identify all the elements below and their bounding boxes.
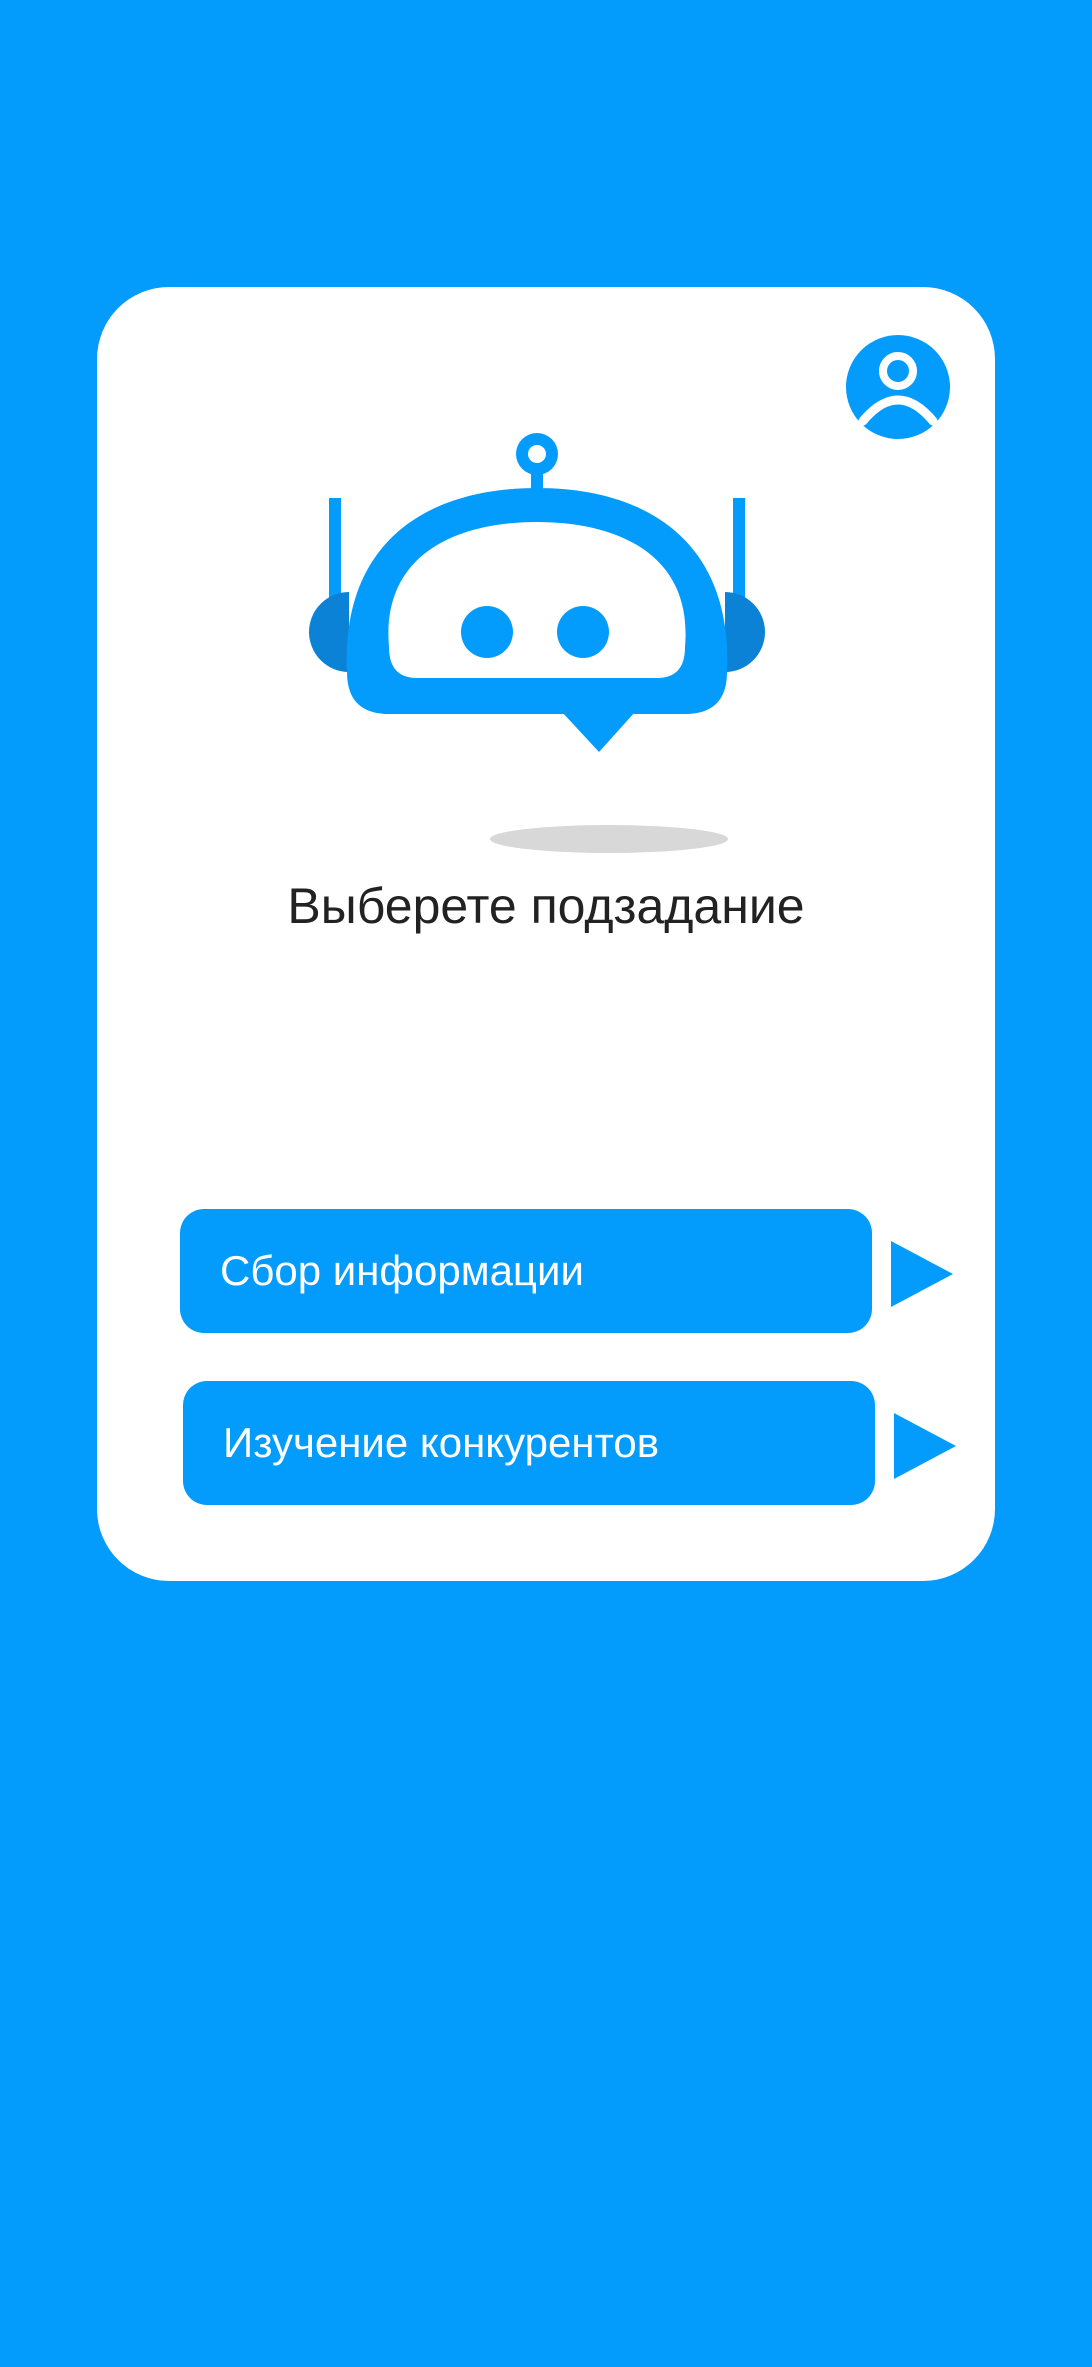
option-button-competitor-research[interactable]: Изучение конкурентов bbox=[183, 1381, 875, 1505]
option-button-collect-info[interactable]: Сбор информации bbox=[180, 1209, 872, 1333]
option-label: Сбор информации bbox=[220, 1247, 584, 1294]
user-profile-icon[interactable] bbox=[846, 335, 950, 439]
chatbot-robot-icon bbox=[297, 432, 777, 752]
robot-shadow bbox=[490, 825, 728, 853]
page-title: Выберете подзадание bbox=[287, 878, 805, 934]
play-arrow-icon[interactable] bbox=[891, 1241, 953, 1307]
option-label: Изучение конкурентов bbox=[223, 1419, 660, 1466]
screen: { "title": "Выберете подзадание", "optio… bbox=[0, 0, 1092, 2367]
play-arrow-icon[interactable] bbox=[894, 1413, 956, 1479]
task-card: Выберете подзадание Сбор информации Изуч… bbox=[97, 287, 995, 1581]
